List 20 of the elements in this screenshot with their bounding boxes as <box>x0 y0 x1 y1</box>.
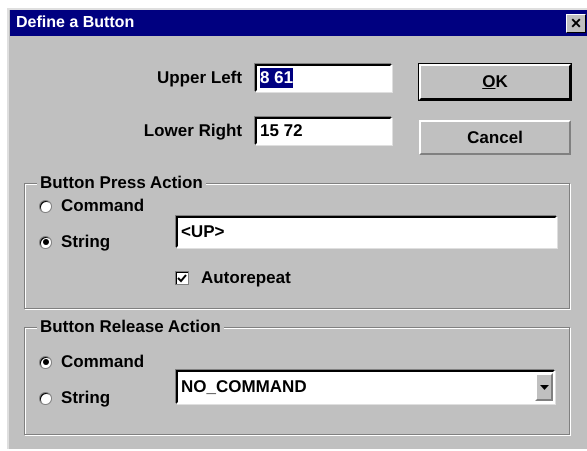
window-title: Define a Button <box>16 14 134 32</box>
radio-label: String <box>61 388 110 408</box>
input-field[interactable]: 15 72 <box>255 117 392 145</box>
radio-button[interactable] <box>39 200 52 212</box>
ok-button[interactable]: OK <box>419 64 571 100</box>
checkbox-label: Autorepeat <box>201 268 291 288</box>
radio-label: String <box>61 232 110 252</box>
close-button[interactable]: × <box>566 14 586 32</box>
radio-button[interactable] <box>39 392 52 404</box>
field-label: Lower Right <box>144 121 242 141</box>
field-label: Upper Left <box>157 68 242 88</box>
dropdown[interactable]: NO_COMMAND <box>176 370 555 404</box>
radio-label: Command <box>61 196 144 216</box>
radio-button[interactable] <box>39 356 52 368</box>
radio-button[interactable] <box>39 236 52 248</box>
checkbox[interactable] <box>175 271 189 285</box>
radio-label: Command <box>61 352 144 372</box>
cancel-button[interactable]: Cancel <box>419 120 571 155</box>
input-field[interactable]: <UP> <box>176 216 557 248</box>
input-field[interactable]: 8 61 <box>255 64 392 92</box>
